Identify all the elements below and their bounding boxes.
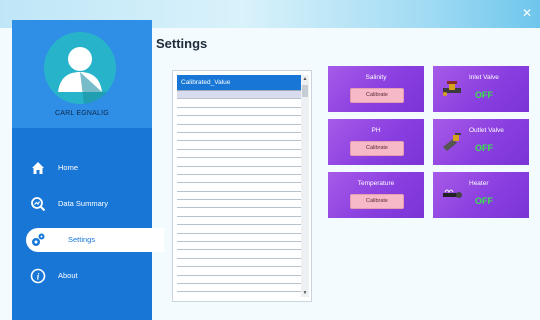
list-item[interactable] <box>177 242 301 251</box>
avatar <box>44 32 116 104</box>
card-title: Salinity <box>365 74 387 81</box>
temperature-card: Temperature Calibrate <box>328 172 424 218</box>
sidebar-item-home[interactable]: Home <box>12 156 152 180</box>
list-scrollbar[interactable]: ▲ ▼ <box>301 75 309 297</box>
sidebar-item-label: About <box>58 271 78 280</box>
status-badge: OFF <box>475 196 493 206</box>
list-item[interactable] <box>177 259 301 268</box>
list-item[interactable] <box>177 284 301 293</box>
info-icon: i <box>30 268 46 284</box>
list-items: Calibrated_Value <box>177 75 301 297</box>
sidebar-item-label: Home <box>58 163 79 172</box>
ph-card: PH Calibrate <box>328 119 424 165</box>
user-name: CARL EGNALIG <box>55 110 109 117</box>
valve-icon <box>441 80 463 98</box>
inlet-valve-card[interactable]: Inlet Valve OFF <box>433 66 529 112</box>
list-item[interactable] <box>177 276 301 284</box>
calibrate-salinity-button[interactable]: Calibrate <box>350 88 404 103</box>
outlet-valve-card[interactable]: Outlet Valve OFF <box>433 119 529 165</box>
list-item[interactable] <box>177 183 301 192</box>
list-item[interactable] <box>177 125 301 133</box>
profile-panel: CARL EGNALIG <box>12 20 152 128</box>
list-item[interactable] <box>177 208 301 217</box>
list-item[interactable] <box>177 91 301 100</box>
list-item[interactable] <box>177 150 301 159</box>
card-title: Outlet Valve <box>469 127 504 134</box>
list-item[interactable] <box>177 116 301 125</box>
data-summary-icon <box>30 196 46 212</box>
salinity-card: Salinity Calibrate <box>328 66 424 112</box>
list-item[interactable] <box>177 267 301 276</box>
scroll-up-icon[interactable]: ▲ <box>301 75 309 83</box>
scroll-down-icon[interactable]: ▼ <box>301 289 309 297</box>
list-item[interactable] <box>177 158 301 167</box>
card-title: Temperature <box>357 180 395 187</box>
list-item[interactable] <box>177 225 301 234</box>
close-icon[interactable]: ✕ <box>520 6 534 20</box>
heater-icon <box>441 186 463 204</box>
list-item[interactable] <box>177 192 301 201</box>
sidebar-item-about[interactable]: i About <box>12 264 152 288</box>
list-item[interactable] <box>177 133 301 142</box>
status-badge: OFF <box>475 90 493 100</box>
list-item[interactable] <box>177 250 301 259</box>
scroll-thumb[interactable] <box>302 85 308 97</box>
list-item[interactable] <box>177 99 301 108</box>
valve-icon <box>441 133 463 151</box>
list-item[interactable] <box>177 217 301 226</box>
heater-card[interactable]: Heater OFF <box>433 172 529 218</box>
list-item[interactable] <box>177 167 301 175</box>
sidebar: CARL EGNALIG Home Data Summary Settings … <box>12 20 164 320</box>
calibration-listbox[interactable]: Calibrated_Value ▲ ▼ <box>172 70 312 302</box>
list-item[interactable] <box>177 141 301 150</box>
svg-text:i: i <box>37 272 40 282</box>
list-item[interactable] <box>177 234 301 243</box>
sidebar-item-label: Settings <box>68 235 96 244</box>
list-item[interactable] <box>177 108 301 117</box>
card-title: Inlet Valve <box>469 74 499 81</box>
page-title: Settings <box>156 36 208 51</box>
home-icon <box>30 160 46 176</box>
calibrate-temperature-button[interactable]: Calibrate <box>350 194 404 209</box>
card-title: PH <box>371 127 381 134</box>
sidebar-item-label: Data Summary <box>58 199 109 208</box>
status-badge: OFF <box>475 143 493 153</box>
sidebar-item-data-summary[interactable]: Data Summary <box>12 192 152 216</box>
calibrate-ph-button[interactable]: Calibrate <box>350 141 404 156</box>
list-item-selected[interactable]: Calibrated_Value <box>177 75 301 91</box>
list-item[interactable] <box>177 175 301 184</box>
sidebar-item-settings[interactable]: Settings <box>26 228 164 252</box>
settings-icon <box>30 232 46 248</box>
card-title: Heater <box>469 180 489 187</box>
list-item[interactable] <box>177 200 301 209</box>
user-avatar-icon <box>44 32 116 104</box>
